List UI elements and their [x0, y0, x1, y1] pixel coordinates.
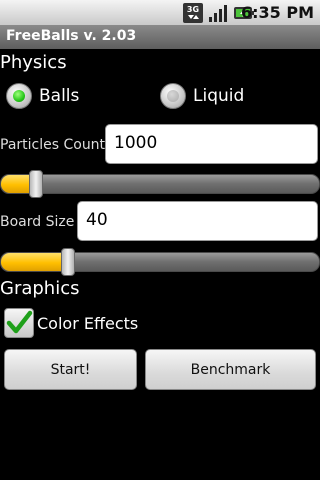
start-button[interactable]: Start!	[4, 349, 137, 390]
particles-count-field[interactable]: 1000	[105, 124, 318, 164]
board-slider-fill	[1, 253, 68, 271]
app-title: FreeBalls v. 2.03	[6, 28, 137, 44]
board-size-field[interactable]: 40	[77, 201, 318, 241]
physics-header: Physics	[0, 52, 67, 73]
board-size-label: Board Size :	[0, 214, 84, 230]
app-title-bar: FreeBalls v. 2.03	[0, 25, 320, 49]
graphics-header: Graphics	[0, 278, 80, 299]
checkmark-icon	[6, 310, 33, 334]
signal-strength-icon	[209, 5, 227, 22]
status-time: 6:35 PM	[240, 3, 314, 22]
color-effects-label: Color Effects	[37, 314, 139, 333]
benchmark-button[interactable]: Benchmark	[145, 349, 316, 390]
color-effects-checkbox[interactable]	[4, 308, 34, 338]
particles-count-label: Particles Count :	[0, 137, 115, 153]
radio-balls-label: Balls	[39, 86, 80, 106]
radio-liquid[interactable]: Liquid	[160, 80, 244, 112]
network-3g-icon: 3G	[183, 3, 203, 23]
radio-unselected-indicator	[167, 90, 179, 102]
svg-text:3G: 3G	[187, 5, 199, 14]
radio-button-icon[interactable]	[6, 83, 32, 109]
radio-selected-indicator	[13, 90, 25, 102]
radio-balls[interactable]: Balls	[6, 80, 79, 112]
status-bar: 3G 6:35 PM	[0, 0, 320, 25]
particles-count-slider[interactable]	[0, 170, 320, 198]
radio-button-icon[interactable]	[160, 83, 186, 109]
radio-liquid-label: Liquid	[193, 86, 245, 106]
board-size-slider[interactable]	[0, 248, 320, 276]
particles-slider-thumb[interactable]	[28, 170, 43, 198]
board-slider-thumb[interactable]	[60, 248, 75, 276]
